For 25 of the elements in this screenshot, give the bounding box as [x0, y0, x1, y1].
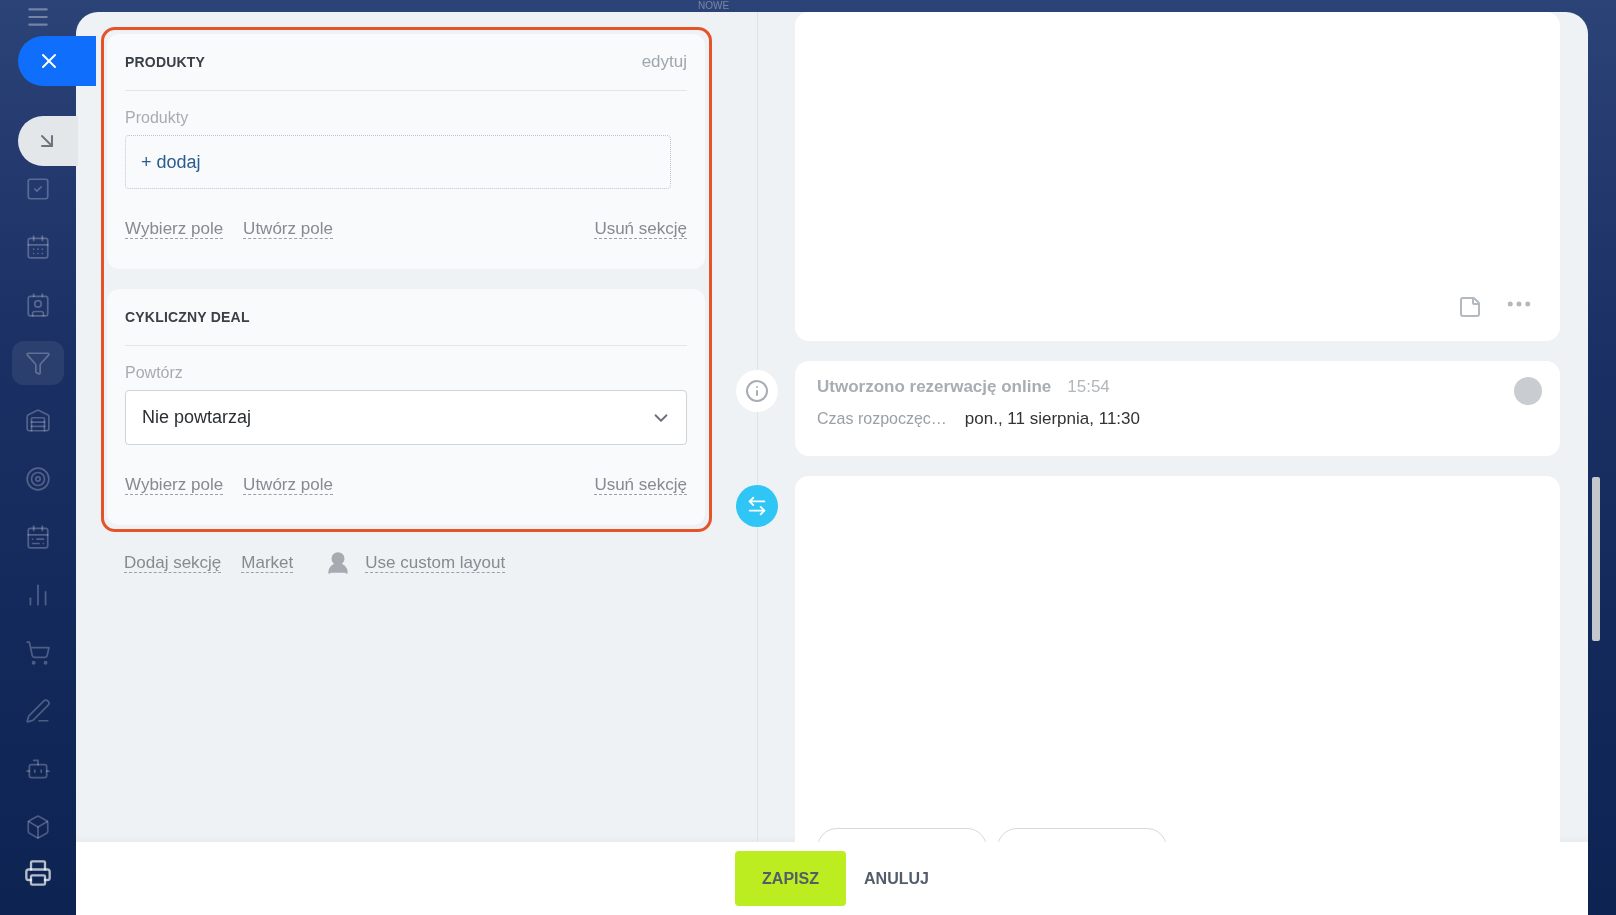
edit-link[interactable]: edytuj: [641, 52, 687, 72]
column-label: NOWE: [698, 0, 730, 11]
section-action-link[interactable]: Wybierz pole: [125, 475, 224, 495]
products-field[interactable]: + dodaj: [125, 135, 671, 189]
event-title: Utworzono rezerwację online: [817, 377, 1052, 397]
event-time: 15:54: [1067, 377, 1110, 397]
save-button[interactable]: ZAPISZ: [735, 851, 847, 906]
section-title: PRODUKTY: [125, 54, 206, 70]
section-action-link[interactable]: Wybierz pole: [125, 219, 224, 239]
section-action-link[interactable]: Utwórz pole: [243, 475, 333, 495]
remove-section-link[interactable]: Usuń sekcję: [594, 475, 687, 495]
custom-layout-link[interactable]: Use custom layout: [365, 553, 506, 573]
field-label: Powtórz: [125, 364, 184, 382]
remove-section-link[interactable]: Usuń sekcję: [594, 219, 687, 239]
section-link[interactable]: Dodaj sekcję: [124, 553, 222, 573]
event-field-value: pon., 11 sierpnia, 11:30: [964, 409, 1140, 429]
select-value: Nie powtarzaj: [142, 407, 252, 428]
section-title: CYKLICZNY DEAL: [125, 309, 250, 325]
field-label: Produkty: [125, 109, 190, 127]
cancel-button[interactable]: ANULUJ: [864, 869, 929, 888]
event-field-label: Czas rozpoczęc…: [817, 410, 947, 428]
add-link[interactable]: + dodaj: [141, 151, 201, 173]
section-action-link[interactable]: Utwórz pole: [243, 219, 333, 239]
section-link[interactable]: Market: [241, 553, 294, 573]
repeat-select[interactable]: Nie powtarzaj: [125, 390, 687, 445]
